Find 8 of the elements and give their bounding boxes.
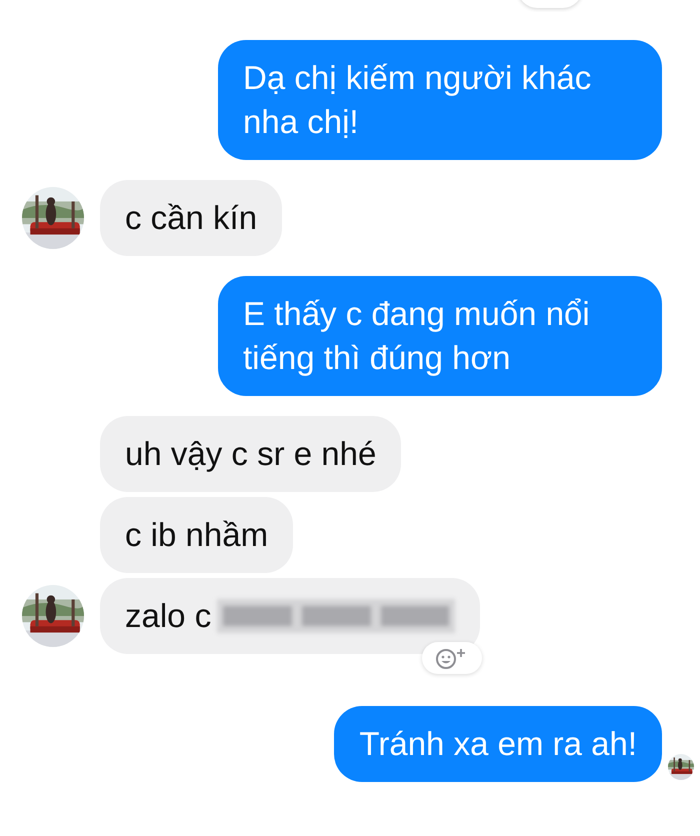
message-bubble: Dạ chị kiếm người khác nha chị! — [218, 40, 662, 160]
message-text: c cần kín — [125, 198, 258, 238]
message-bubble: Tránh xa em ra ah! — [334, 706, 662, 782]
reaction-button[interactable] — [422, 642, 482, 674]
message-text: zalo c — [125, 596, 212, 636]
message-text: c ib nhầm — [125, 515, 268, 555]
message-text: uh vậy c sr e nhé — [125, 434, 376, 474]
message-bubble: E thấy c đang muốn nổi tiếng thì đúng hơn — [218, 276, 662, 396]
